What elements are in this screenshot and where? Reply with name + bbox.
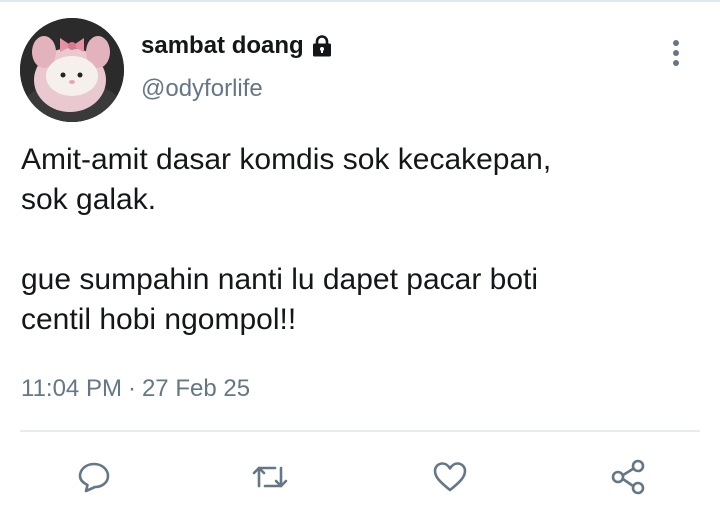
- reply-button[interactable]: [72, 455, 116, 499]
- share-button[interactable]: [606, 455, 650, 499]
- lock-icon: [310, 35, 334, 57]
- tweet-text-line: sok galak.: [21, 183, 157, 216]
- tweet-time: 11:04 PM: [21, 375, 122, 402]
- tweet-date: 27 Feb 25: [141, 375, 251, 402]
- avatar[interactable]: [20, 18, 124, 122]
- tweet-text-line: centil hobi ngompol!!: [21, 303, 297, 336]
- handle[interactable]: @odyforlife: [141, 75, 263, 103]
- tweet-text-line: Amit-amit dasar komdis sok kecakepan,: [21, 143, 552, 176]
- tweet-timestamp[interactable]: 11:04 PM · 27 Feb 25: [21, 375, 250, 403]
- tweet: sambat doang @odyforlife Amit-amit dasar…: [0, 0, 720, 523]
- share-icon: [609, 459, 647, 495]
- tweet-text-line: gue sumpahin nanti lu dapet pacar boti: [21, 263, 539, 296]
- retweet-icon: [251, 460, 289, 494]
- heart-icon: [432, 460, 468, 494]
- display-name-row: sambat doang: [141, 30, 334, 62]
- retweet-button[interactable]: [248, 455, 292, 499]
- action-bar: [0, 455, 720, 505]
- like-button[interactable]: [428, 455, 472, 499]
- reply-icon: [77, 460, 111, 494]
- tweet-text: Amit-amit dasar komdis sok kecakepan, so…: [21, 140, 701, 340]
- divider: [20, 430, 700, 432]
- separator: ·: [127, 375, 136, 402]
- display-name[interactable]: sambat doang: [141, 32, 304, 60]
- more-options-icon[interactable]: [664, 38, 688, 68]
